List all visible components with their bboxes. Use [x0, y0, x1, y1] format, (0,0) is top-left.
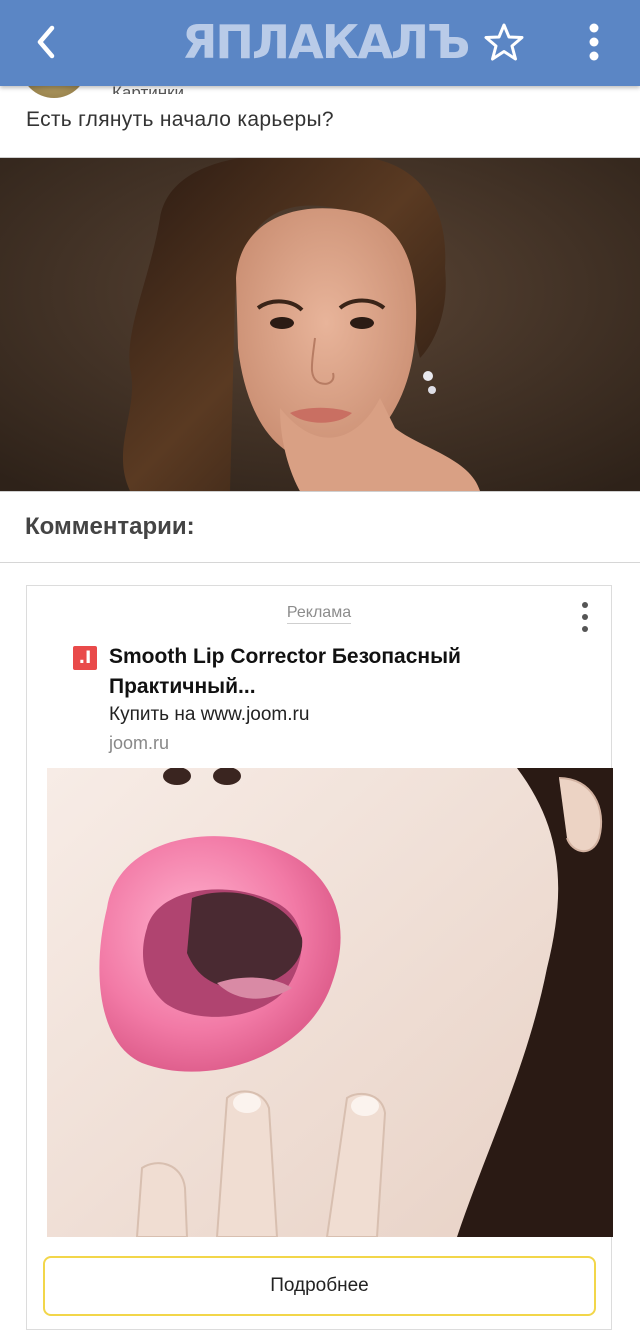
post-header: Картинки Есть глянуть начало карьеры?: [0, 54, 640, 156]
post-title: Есть глянуть начало карьеры?: [26, 108, 334, 131]
logo-text: ЯПЛАКАЛЪ: [182, 15, 470, 69]
ad-label: Реклама: [27, 604, 611, 624]
vertical-dots-icon: [589, 23, 599, 61]
favorite-button[interactable]: [482, 20, 526, 64]
ad-domain[interactable]: joom.ru: [109, 733, 169, 754]
back-button[interactable]: [26, 22, 66, 62]
ad-menu-button[interactable]: [575, 600, 595, 634]
overflow-menu-button[interactable]: [578, 18, 610, 66]
back-chevron-icon: [37, 25, 55, 59]
ad-card[interactable]: Реклама .I Smooth Lip Corrector Безопасн…: [26, 585, 613, 1330]
ad-label-text: Реклама: [286, 604, 352, 624]
comments-heading: Комментарии:: [25, 513, 195, 540]
ad-headline[interactable]: Smooth Lip Corrector Безопасный Практичн…: [109, 642, 529, 702]
app-header: ЯПЛАКАЛЪ: [0, 0, 640, 86]
vertical-dots-icon: [582, 602, 588, 632]
more-details-button[interactable]: Подробнее: [43, 1256, 596, 1316]
ad-description[interactable]: Купить на www.joom.ru: [109, 704, 309, 726]
advertiser-favicon-icon: .I: [73, 646, 97, 670]
star-outline-icon: [484, 23, 524, 61]
portrait-photo: [0, 158, 640, 491]
app-logo[interactable]: ЯПЛАКАЛЪ: [182, 14, 470, 70]
ad-image[interactable]: [47, 768, 613, 1237]
post-image[interactable]: [0, 157, 640, 492]
product-photo: [47, 768, 613, 1237]
divider: [0, 562, 640, 563]
